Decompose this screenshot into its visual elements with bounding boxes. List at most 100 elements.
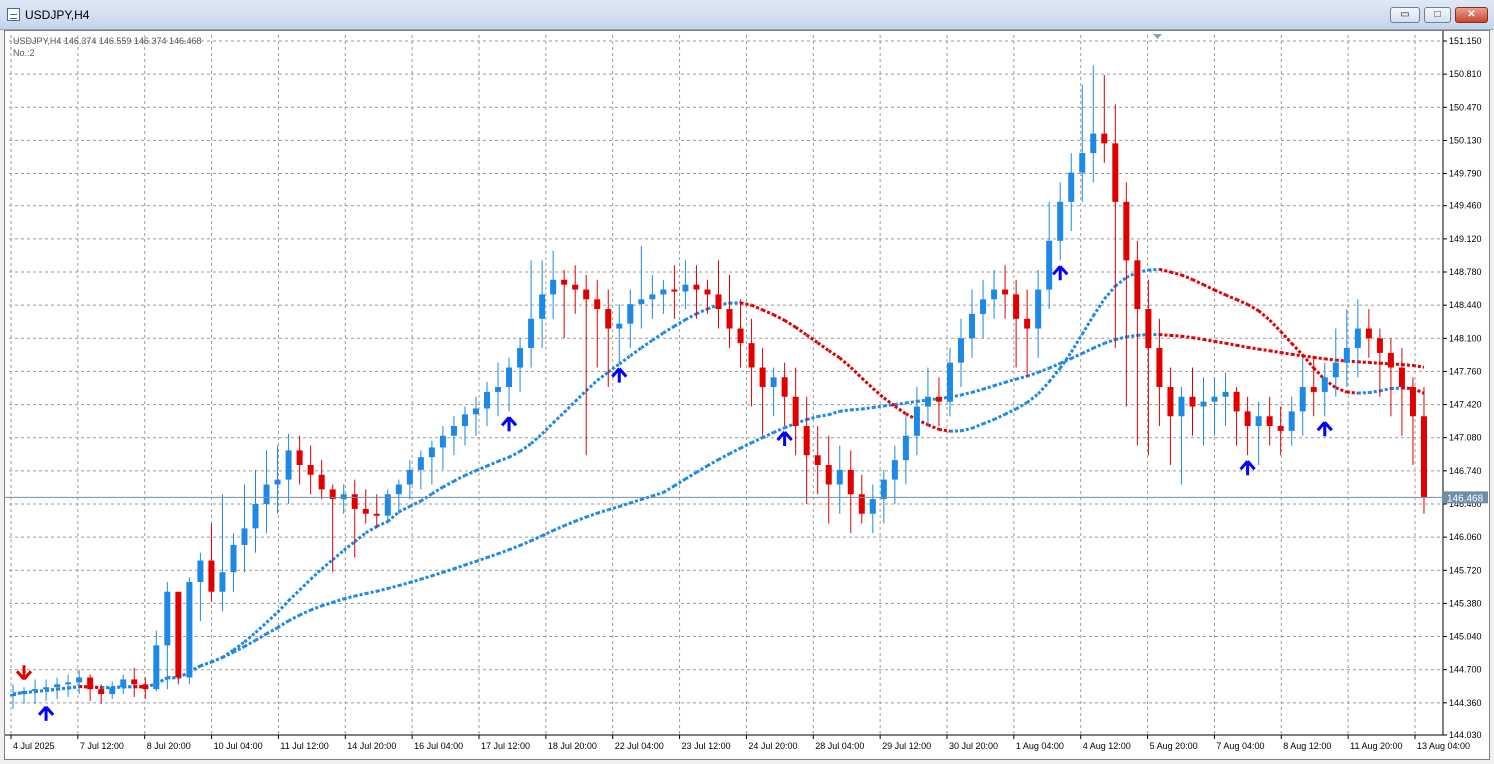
slow-ma-segment — [420, 574, 433, 581]
fast-ma-segment — [508, 450, 521, 459]
bar-body — [120, 679, 127, 688]
slow-ma-segment — [541, 529, 554, 538]
bar-body — [1112, 143, 1119, 202]
fast-ma-segment — [364, 525, 378, 535]
minimize-button[interactable]: ▭ — [1390, 7, 1420, 23]
time-tick-label: 7 Aug 04:00 — [1216, 741, 1264, 751]
bar-body — [1200, 401, 1207, 407]
indicator-label: No.:2 — [13, 48, 35, 58]
time-tick-label: 7 Jul 12:00 — [80, 741, 124, 751]
bar-body — [1277, 426, 1284, 431]
bar-body — [373, 513, 380, 516]
bar-body — [935, 396, 942, 402]
bar-body — [1123, 201, 1130, 261]
fast-ma-segment — [695, 307, 709, 316]
fast-ma-segment — [453, 474, 466, 483]
slow-ma-segment — [276, 619, 290, 629]
time-tick-label: 4 Jul 2025 — [13, 741, 55, 751]
fast-ma-segment — [816, 341, 830, 352]
bar-body — [847, 469, 854, 495]
bar-body — [43, 687, 50, 690]
fast-ma-segment — [1335, 386, 1348, 394]
bar-body — [32, 689, 39, 692]
bar-body — [1255, 416, 1262, 427]
shift-marker-icon[interactable] — [1153, 34, 1162, 39]
bar-body — [1409, 387, 1416, 417]
slow-ma-segment — [254, 632, 268, 642]
slow-ma-segment — [1015, 374, 1028, 381]
slow-ma-segment — [817, 413, 829, 419]
bar-body — [792, 396, 799, 427]
fast-ma-segment — [1346, 390, 1358, 395]
fast-ma-segment — [927, 423, 940, 431]
bar-body — [737, 328, 744, 344]
slow-ma-segment — [717, 452, 731, 461]
bar-body — [484, 391, 490, 409]
fast-ma-segment — [464, 469, 477, 477]
bar-body — [54, 684, 61, 688]
slow-ma-segment — [1236, 343, 1248, 349]
slow-ma-segment — [1181, 334, 1193, 340]
bar-body — [153, 645, 160, 690]
price-chart[interactable]: 151.150 150.810 150.470 150.130 149.790 149.4… — [5, 31, 1491, 761]
chart-area[interactable]: 151.150 150.810 150.470 150.130 149.790 149.4… — [4, 30, 1490, 760]
bar-body — [351, 494, 358, 509]
price-tick-label: 145.380 — [1449, 598, 1482, 608]
slow-ma-segment — [409, 577, 422, 584]
fast-ma-segment — [1268, 318, 1282, 333]
bar-body — [1365, 328, 1372, 339]
fast-ma-segment — [684, 312, 698, 322]
fast-ma-segment — [1004, 407, 1017, 416]
slow-ma-segment — [530, 534, 543, 543]
bar-body — [285, 450, 292, 480]
bar-body — [98, 689, 105, 695]
bar-body — [980, 299, 987, 314]
slow-ma-segment — [839, 408, 851, 413]
maximize-button[interactable]: □ — [1424, 7, 1451, 23]
slow-ma-segment — [1092, 341, 1105, 350]
fast-ma-segment — [993, 412, 1006, 421]
fast-ma-segment — [486, 460, 499, 468]
fast-ma-segment — [618, 354, 632, 366]
fast-ma-segment — [1279, 330, 1293, 345]
slow-ma-segment — [761, 431, 775, 439]
time-tick-label: 22 Jul 04:00 — [615, 741, 664, 751]
slow-ma-segment — [1247, 345, 1259, 351]
window-title: USDJPY,H4 — [25, 8, 90, 22]
bar-body — [318, 474, 325, 490]
bar-body — [517, 348, 524, 368]
chart-window-icon — [7, 8, 20, 21]
bar-body — [693, 284, 700, 290]
slow-ma-segment — [464, 559, 477, 567]
slow-ma-segment — [585, 511, 598, 519]
slow-ma-segment — [596, 508, 609, 515]
slow-ma-segment — [310, 604, 323, 612]
time-tick-label: 17 Jul 12:00 — [481, 741, 530, 751]
fast-ma-segment — [530, 432, 544, 445]
slow-ma-segment — [574, 515, 587, 523]
fast-ma-segment — [1191, 278, 1205, 287]
fast-ma-segment — [871, 387, 885, 399]
bar-body — [1233, 391, 1240, 412]
fast-ma-segment — [1379, 387, 1392, 393]
bar-body — [1068, 172, 1075, 202]
fast-ma-segment — [276, 599, 290, 614]
bar-body — [10, 694, 16, 697]
bar-body — [1343, 348, 1350, 363]
slow-ma-segment — [1401, 363, 1414, 367]
slow-ma-segment — [695, 464, 709, 474]
bar-body — [439, 435, 446, 448]
slow-ma-segment — [1313, 355, 1325, 361]
time-axis: 4 Jul 2025 7 Jul 12:00 8 Jul 20:00 10 Jul 0… — [5, 734, 1470, 751]
bar-body — [219, 572, 226, 592]
bar-body — [969, 313, 976, 339]
chart-info-header: USDJPY,H4 146.374 146.559 146.374 146.46… — [13, 36, 202, 46]
price-tick-label: 144.360 — [1449, 698, 1482, 708]
bar-body — [461, 414, 468, 427]
fast-ma-segment — [67, 685, 80, 690]
slow-ma-segment — [563, 519, 576, 528]
close-button[interactable]: ✕ — [1455, 7, 1488, 23]
slow-ma-segment — [497, 548, 510, 556]
slow-ma-segment — [1203, 337, 1215, 343]
slow-ma-segment — [1291, 352, 1303, 358]
